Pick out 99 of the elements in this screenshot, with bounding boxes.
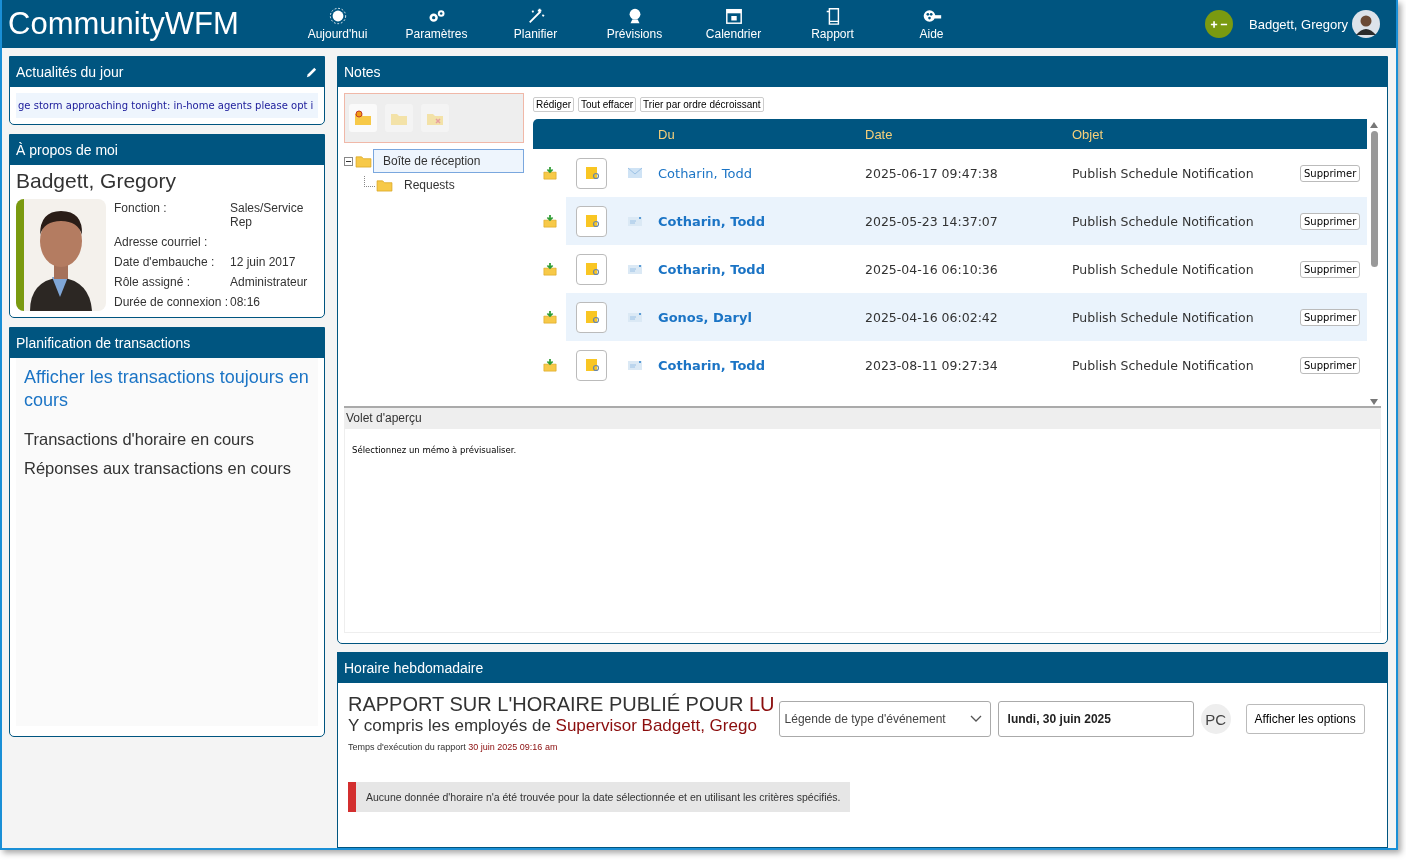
calendar-icon bbox=[723, 7, 744, 25]
note-icon bbox=[583, 309, 600, 325]
note-icon bbox=[583, 261, 600, 277]
new-folder-button[interactable] bbox=[349, 104, 377, 132]
field-label: Durée de connexion : bbox=[114, 295, 230, 309]
toolbar-button[interactable]: Rédiger bbox=[533, 96, 575, 112]
sender-link[interactable]: Gonos, Daryl bbox=[658, 309, 865, 325]
runtime-value: 30 juin 2025 09:16 am bbox=[468, 742, 558, 752]
table-cell-text: 2025-05-23 14:37:07 bbox=[865, 213, 999, 229]
app-title: CommunityWFM bbox=[8, 6, 240, 42]
table-cell-text: Publish Schedule Notification bbox=[1072, 309, 1255, 325]
collapse-toggle-icon[interactable] bbox=[344, 156, 353, 166]
report-day: LU bbox=[748, 693, 775, 715]
field-label: Adresse courriel : bbox=[114, 235, 209, 249]
show-options-button[interactable]: Afficher les options bbox=[1245, 704, 1365, 734]
field-label: Date d'embauche : bbox=[114, 255, 216, 269]
table-cell-text: 2025-04-16 06:02:42 bbox=[865, 309, 999, 325]
note-icon bbox=[583, 165, 600, 181]
sender-link[interactable]: Cotharin, Todd bbox=[658, 261, 865, 277]
delete-button[interactable]: Supprimer bbox=[1300, 164, 1361, 182]
pc-badge[interactable]: PC bbox=[1200, 704, 1231, 734]
folder-download-icon[interactable] bbox=[542, 262, 558, 276]
table-cell-text: Publish Schedule Notification bbox=[1072, 261, 1255, 277]
delete-button[interactable]: Supprimer bbox=[1300, 356, 1361, 374]
sender-link[interactable]: Cotharin, Todd bbox=[658, 357, 865, 373]
open-note-button[interactable] bbox=[576, 205, 607, 237]
panel-title: Planification de transactions bbox=[16, 335, 191, 351]
transaction-item[interactable]: Transactions d'horaire en cours bbox=[24, 430, 310, 449]
new-folder-icon bbox=[354, 110, 372, 126]
toolbar-button[interactable]: Tout effacer bbox=[578, 96, 637, 112]
preview-message: Sélectionnez un mémo à prévisualiser. bbox=[352, 445, 517, 455]
table-cell-text: 2025-06-17 09:47:38 bbox=[865, 165, 999, 181]
note-icon bbox=[583, 213, 600, 229]
folder-icon bbox=[376, 178, 393, 192]
runtime-label: Temps d'exécution du rapport bbox=[348, 742, 466, 752]
nav-item[interactable]: Rapport bbox=[783, 7, 882, 41]
folder-item[interactable]: Requests bbox=[394, 173, 524, 197]
folder-download-icon[interactable] bbox=[542, 310, 558, 324]
nav-item[interactable]: Aide bbox=[882, 7, 981, 41]
delete-button[interactable]: Supprimer bbox=[1300, 260, 1361, 278]
table-cell-text: Publish Schedule Notification bbox=[1072, 165, 1255, 181]
scrollbar-thumb[interactable] bbox=[1370, 131, 1378, 267]
edit-icon[interactable] bbox=[305, 65, 318, 79]
folder-icon bbox=[355, 154, 372, 168]
open-note-button[interactable] bbox=[576, 301, 607, 333]
folder-download-icon[interactable] bbox=[542, 166, 558, 180]
field-value: 08:16 bbox=[230, 295, 262, 309]
alert-message: Aucune donnée d'horaire n'a été trouvée pour la date sélectionnée et en utilisant les critères spécifiés. bbox=[348, 782, 851, 812]
chevron-down-icon bbox=[969, 715, 982, 723]
folder-download-icon[interactable] bbox=[542, 214, 558, 228]
transaction-item[interactable]: Réponses aux transactions en cours bbox=[24, 459, 310, 478]
date-field[interactable]: lundi, 30 juin 2025 bbox=[997, 701, 1194, 737]
zoom-toggle-button[interactable] bbox=[1205, 10, 1233, 38]
delete-button[interactable]: Supprimer bbox=[1300, 212, 1361, 230]
column-header[interactable]: Du bbox=[658, 126, 865, 142]
sender-link[interactable]: Cotharin, Todd bbox=[658, 165, 865, 181]
table-cell-text: Publish Schedule Notification bbox=[1072, 213, 1255, 229]
panel-title: Actualités du jour bbox=[16, 64, 124, 80]
panel-title: Notes bbox=[344, 64, 381, 80]
folder-item[interactable]: Boîte de réception bbox=[373, 149, 524, 173]
field-value: Sales/Service Rep bbox=[230, 201, 305, 229]
nav-item[interactable]: Calendrier bbox=[684, 7, 783, 41]
scroll-up-icon[interactable] bbox=[1369, 121, 1379, 129]
delete-button[interactable]: Supprimer bbox=[1300, 308, 1361, 326]
table-cell-text: Publish Schedule Notification bbox=[1072, 357, 1255, 373]
open-note-button[interactable] bbox=[576, 157, 607, 189]
field-label: Rôle assigné : bbox=[114, 275, 192, 289]
field-value: Administrateur bbox=[230, 275, 309, 289]
nav-item[interactable]: Paramètres bbox=[387, 7, 486, 41]
column-header[interactable]: Date bbox=[865, 126, 1072, 142]
avatar-icon[interactable] bbox=[1352, 10, 1380, 38]
nav-item[interactable]: Aujourd'hui bbox=[288, 7, 387, 41]
event-legend-dropdown[interactable]: Légende de type d'événement bbox=[778, 701, 991, 737]
panel-title: À propos de moi bbox=[16, 142, 118, 158]
news-ticker: ge storm approaching tonight: in-home agents please opt i bbox=[16, 93, 318, 118]
user-name[interactable]: Badgett, Gregory bbox=[1249, 16, 1348, 32]
toolbar-button[interactable]: Trier par ordre décroissant bbox=[640, 96, 764, 112]
nav-item[interactable]: Planifier bbox=[486, 7, 585, 41]
nav-item[interactable]: Prévisions bbox=[585, 7, 684, 41]
folder-download-icon[interactable] bbox=[542, 358, 558, 372]
field-value: 12 juin 2017 bbox=[230, 255, 297, 269]
preview-title: Volet d'aperçu bbox=[346, 411, 422, 425]
sender-link[interactable]: Cotharin, Todd bbox=[658, 213, 865, 229]
report-subtitle: Y compris les employés de bbox=[348, 716, 552, 735]
sun-icon bbox=[327, 7, 348, 25]
note-icon bbox=[583, 357, 600, 373]
film-reel-icon bbox=[921, 7, 942, 25]
table-cell-text: 2023-08-11 09:27:34 bbox=[865, 357, 999, 373]
column-header[interactable]: Objet bbox=[1072, 126, 1292, 142]
open-note-button[interactable] bbox=[576, 349, 607, 381]
field-label: Fonction : bbox=[114, 201, 168, 217]
supervisor-name: Supervisor Badgett, Grego bbox=[555, 716, 757, 735]
plus-minus-icon bbox=[1210, 19, 1228, 29]
panel-title: Horaire hebdomadaire bbox=[344, 660, 484, 676]
profile-name: Badgett, Gregory bbox=[16, 169, 177, 193]
transactions-link[interactable]: Afficher les transactions toujours en cours bbox=[24, 366, 310, 412]
open-note-button[interactable] bbox=[576, 253, 607, 285]
report-title: RAPPORT SUR L'HORAIRE PUBLIÉ POUR bbox=[348, 693, 745, 715]
table-cell-text: 2025-04-16 06:10:36 bbox=[865, 261, 999, 277]
